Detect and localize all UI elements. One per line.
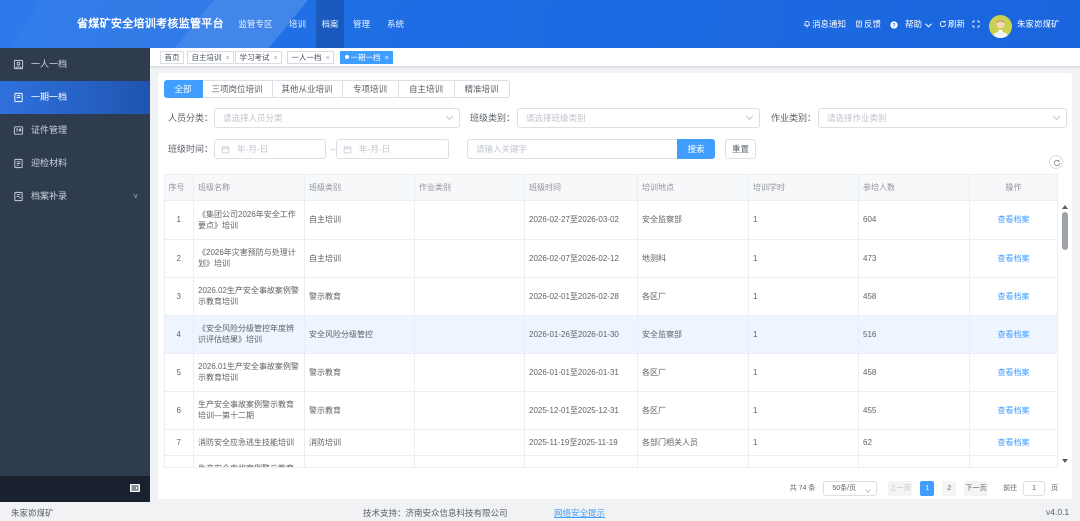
svg-text:?: ? <box>892 22 895 28</box>
